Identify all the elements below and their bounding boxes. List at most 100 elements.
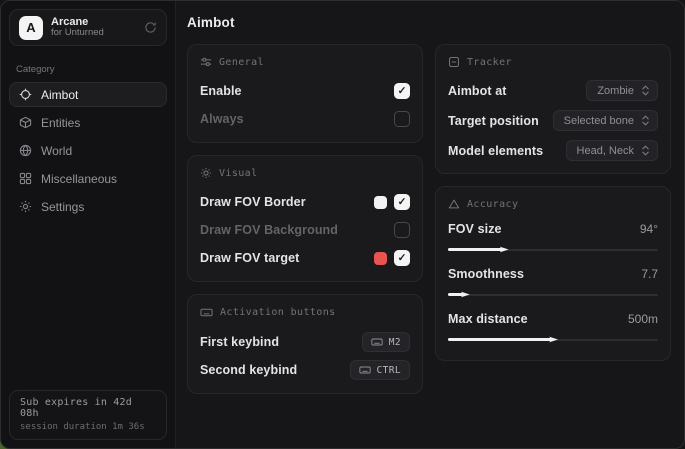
setting-label: Max distance (448, 312, 528, 326)
setting-row-fov-target: Draw FOV target (200, 247, 410, 269)
dropdown-value: Zombie (597, 85, 634, 97)
fov-target-checkbox[interactable] (394, 250, 410, 266)
keybind-value: M2 (389, 337, 401, 348)
sidebar-item-entities[interactable]: Entities (9, 110, 167, 135)
unfold-icon (641, 85, 650, 96)
fov-size-slider[interactable] (448, 245, 658, 254)
panel-header-label: Tracker (467, 57, 512, 68)
setting-label: Draw FOV Border (200, 195, 306, 209)
slider-value: 94° (640, 222, 658, 236)
app-logo-letter: A (26, 20, 35, 35)
sidebar: A Arcane for Unturned Category (1, 1, 176, 448)
sub-expiry-text: Sub expires in 42d 08h (20, 397, 156, 419)
main-content: Aimbot General (176, 1, 684, 448)
color-swatch-white[interactable] (374, 196, 387, 209)
keyboard-icon (371, 336, 383, 348)
cube-icon (19, 116, 32, 129)
slider-fill (448, 248, 504, 251)
setting-label: Smoothness (448, 267, 524, 281)
sidebar-item-aimbot[interactable]: Aimbot (9, 82, 167, 107)
always-checkbox[interactable] (394, 111, 410, 127)
sidebar-item-label: Settings (41, 200, 84, 214)
keybind-value: CTRL (377, 365, 401, 376)
sliders-icon (200, 56, 212, 68)
crosshair-icon (19, 88, 32, 101)
setting-row-always: Always (200, 108, 410, 130)
sidebar-item-miscellaneous[interactable]: Miscellaneous (9, 166, 167, 191)
first-keybind-button[interactable]: M2 (362, 332, 410, 352)
setting-row-model-elements: Model elements Head, Neck (448, 140, 658, 161)
slider-fill (448, 293, 465, 296)
panel-header-label: General (219, 57, 264, 68)
category-label: Category (16, 64, 175, 75)
subscription-info-card: Sub expires in 42d 08h session duration … (9, 390, 167, 440)
aimbot-at-dropdown[interactable]: Zombie (586, 80, 658, 101)
enable-checkbox[interactable] (394, 83, 410, 99)
setting-label: Model elements (448, 144, 543, 158)
setting-label: Always (200, 112, 244, 126)
sidebar-item-label: Entities (41, 116, 80, 130)
model-elements-dropdown[interactable]: Head, Neck (566, 140, 658, 161)
sun-icon (200, 167, 212, 179)
color-swatch-red[interactable] (374, 252, 387, 265)
setting-label: Target position (448, 114, 539, 128)
page-title: Aimbot (187, 15, 669, 30)
slider-fill (448, 338, 553, 341)
globe-icon (19, 144, 32, 157)
second-keybind-button[interactable]: CTRL (350, 360, 410, 380)
refresh-icon[interactable] (144, 21, 157, 34)
smoothness-slider[interactable] (448, 290, 658, 299)
panel-activation-buttons: Activation buttons First keybind M2 (187, 294, 423, 394)
panel-header-label: Visual (219, 168, 258, 179)
dropdown-value: Selected bone (564, 115, 634, 127)
target-position-dropdown[interactable]: Selected bone (553, 110, 658, 131)
screen: A Arcane for Unturned Category (0, 0, 685, 449)
setting-row-fov-size: FOV size 94° (448, 222, 658, 254)
slider-track (448, 294, 658, 296)
app-logo: A (19, 16, 43, 40)
panel-general: General Enable Always (187, 44, 423, 143)
grid-icon (19, 172, 32, 185)
scan-icon (448, 56, 460, 68)
setting-label: FOV size (448, 222, 502, 236)
setting-row-fov-background: Draw FOV Background (200, 219, 410, 241)
setting-row-fov-border: Draw FOV Border (200, 191, 410, 213)
arcane-window: A Arcane for Unturned Category (0, 0, 685, 449)
right-column: Tracker Aimbot at Zombie (435, 44, 671, 361)
setting-label: Draw FOV Background (200, 223, 338, 237)
setting-row-max-distance: Max distance 500m (448, 312, 658, 344)
setting-label: Second keybind (200, 363, 297, 377)
app-subtitle: for Unturned (51, 28, 136, 39)
keyboard-icon (200, 306, 213, 319)
fov-border-checkbox[interactable] (394, 194, 410, 210)
fov-background-checkbox[interactable] (394, 222, 410, 238)
sidebar-nav: Aimbot Entities Wo (1, 82, 175, 219)
slider-thumb[interactable] (461, 290, 470, 299)
gear-icon (19, 200, 32, 213)
max-distance-slider[interactable] (448, 335, 658, 344)
setting-label: Enable (200, 84, 242, 98)
setting-label: Draw FOV target (200, 251, 299, 265)
triangle-icon (448, 198, 460, 210)
dropdown-value: Head, Neck (577, 145, 634, 157)
setting-label: First keybind (200, 335, 279, 349)
setting-label: Aimbot at (448, 84, 507, 98)
slider-thumb[interactable] (500, 245, 509, 254)
unfold-icon (641, 145, 650, 156)
slider-value: 7.7 (641, 267, 658, 281)
setting-row-aimbot-at: Aimbot at Zombie (448, 80, 658, 101)
setting-row-enable: Enable (200, 80, 410, 102)
session-duration-text: session duration 1m 36s (20, 422, 156, 432)
sidebar-item-world[interactable]: World (9, 138, 167, 163)
sidebar-item-label: Aimbot (41, 88, 78, 102)
panel-visual: Visual Draw FOV Border Draw FOV Backgrou… (187, 155, 423, 282)
unfold-icon (641, 115, 650, 126)
sidebar-item-label: Miscellaneous (41, 172, 117, 186)
panel-tracker: Tracker Aimbot at Zombie (435, 44, 671, 174)
keyboard-icon (359, 364, 371, 376)
setting-row-smoothness: Smoothness 7.7 (448, 267, 658, 299)
setting-row-second-keybind: Second keybind CTRL (200, 359, 410, 381)
sidebar-item-settings[interactable]: Settings (9, 194, 167, 219)
slider-thumb[interactable] (549, 335, 558, 344)
panel-header-label: Activation buttons (220, 307, 336, 318)
